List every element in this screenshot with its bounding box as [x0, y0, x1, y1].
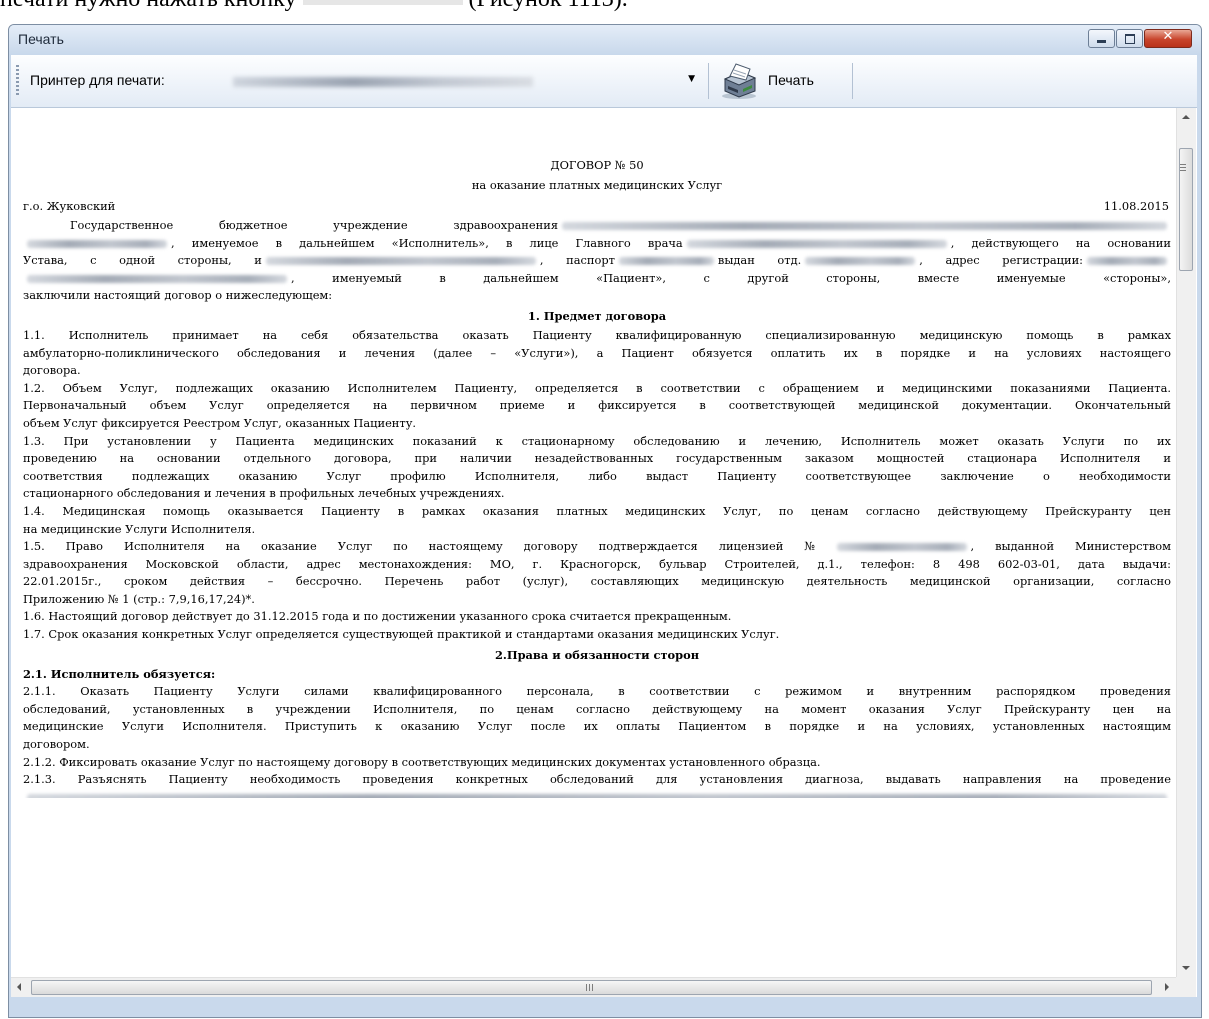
- paragraph-line: 22.01.2015г., сроком действия – бессрочн…: [23, 574, 1171, 589]
- scroll-down-icon[interactable]: [1177, 960, 1196, 977]
- paragraph-line: Приложению № 1 (стр.: 7,9,16,17,24)*.: [23, 591, 255, 606]
- document-title: ДОГОВОР № 50: [550, 158, 644, 172]
- scroll-right-icon[interactable]: [1158, 978, 1176, 997]
- paragraph-line: 1.3. При установлении у Пациента медицин…: [23, 433, 1171, 448]
- paragraph-line: 2.1.2. Фиксировать оказание Услуг по нас…: [23, 754, 821, 769]
- paragraph-line: Первоначальный объем Услуг определяется …: [23, 398, 1171, 413]
- paragraph-line: 1.4. Медицинская помощь оказывается Паци…: [23, 503, 1171, 518]
- paragraph-line: амбулаторно-поликлинического обследовани…: [23, 345, 1171, 360]
- print-window: Печать ✕ Принтер для печати: ▼ Печать ДО…: [8, 24, 1202, 1018]
- printer-select[interactable]: ▼: [203, 65, 703, 98]
- printer-icon: [722, 63, 757, 99]
- vertical-scrollbar[interactable]: [1176, 108, 1196, 977]
- paragraph-line: 1.7. Срок оказания конкретных Услуг опре…: [23, 627, 780, 642]
- caption-text-before: печати нужно нажать кнопку: [0, 0, 297, 12]
- city-date-line: г.о. Жуковский 11.08.2015: [23, 195, 1171, 217]
- paragraph-line: 2.1.1. Оказать Пациенту Услуги силами кв…: [23, 684, 1171, 699]
- horizontal-scrollbar[interactable]: [11, 977, 1176, 997]
- scroll-grip-icon: [586, 984, 593, 991]
- document-subtitle: на оказание платных медицинских Услуг: [471, 178, 723, 192]
- minimize-icon[interactable]: [1088, 29, 1115, 48]
- toolbar-separator: [852, 63, 853, 99]
- paragraph-line: 1.2. Объем Услуг, подлежащих оказанию Ис…: [23, 380, 1171, 395]
- contract-document: ДОГОВОР № 50 на оказание платных медицин…: [23, 108, 1171, 798]
- paragraph-line: проведению на основании отдельного догов…: [23, 451, 1171, 466]
- paragraph-line: медицинские Услуги Исполнителя. Приступи…: [23, 719, 1171, 734]
- caption-button-placeholder: [302, 0, 463, 6]
- paragraph-line: объем Услуг фиксируется Реестром Услуг, …: [23, 415, 417, 430]
- printer-label: Принтер для печати:: [30, 72, 165, 88]
- paragraph-line: договора.: [23, 363, 81, 378]
- window-title: Печать: [18, 31, 64, 47]
- paragraph-line: 1.5. Право Исполнителя на оказание Услуг…: [23, 539, 1171, 554]
- intro-line: , именуемое в дальнейшем «Исполнитель», …: [23, 235, 1171, 253]
- contract-date: 11.08.2015: [1103, 199, 1169, 213]
- paragraph-line: 1.6. Настоящий договор действует до 31.1…: [23, 609, 732, 624]
- caption-line: печати нужно нажать кнопку (Рисунок 1113)…: [0, 0, 1209, 14]
- paragraph-line: стационарного обследования и лечения в п…: [23, 486, 505, 501]
- scroll-left-icon[interactable]: [11, 978, 29, 997]
- section-heading: 1. Предмет договора: [527, 308, 667, 323]
- scroll-grip-icon: [1180, 164, 1186, 171]
- scroll-up-icon[interactable]: [1177, 108, 1196, 125]
- intro-line: Государственное бюджетное учреждение здр…: [23, 217, 1171, 235]
- close-icon[interactable]: ✕: [1144, 29, 1192, 48]
- paragraph-line-cut: [23, 789, 1171, 798]
- city: г.о. Жуковский: [23, 199, 116, 213]
- paragraph-line: 1.1. Исполнитель принимает на себя обяза…: [23, 327, 1171, 342]
- intro-line: заключили настоящий договор о нижеследую…: [23, 288, 333, 303]
- print-button[interactable]: Печать: [715, 60, 851, 102]
- printer-value-redacted: [233, 77, 533, 87]
- document-preview[interactable]: ДОГОВОР № 50 на оказание платных медицин…: [11, 108, 1197, 997]
- paragraph-line: договором.: [23, 737, 90, 752]
- paragraph-line: здравоохранения Московской области, адре…: [23, 556, 1171, 571]
- section-heading: 2.Права и обязанности сторон: [494, 647, 700, 662]
- toolbar: Принтер для печати: ▼ Печать: [11, 55, 1197, 108]
- horizontal-scroll-thumb[interactable]: [31, 980, 1152, 995]
- paragraph-line: соответствия подлежащих оказанию Услуг п…: [23, 468, 1171, 483]
- intro-line: , именуемый в дальнейшем «Пациент», с др…: [23, 270, 1171, 288]
- subsection-heading: 2.1. Исполнитель обязуется:: [23, 666, 216, 681]
- scrollbar-corner: [1176, 977, 1196, 997]
- paragraph-line: на медицинские Услуги Исполнителя.: [23, 521, 256, 536]
- paragraph-line: 2.1.3. Разъяснять Пациенту необходимость…: [23, 772, 1171, 787]
- chevron-down-icon[interactable]: ▼: [688, 74, 695, 84]
- title-bar[interactable]: Печать ✕: [9, 25, 1201, 55]
- maximize-icon[interactable]: [1116, 29, 1143, 48]
- paragraph-line: обследований, установленных в учреждении…: [23, 701, 1171, 716]
- intro-line: Устава, с одной стороны, и, паспорт выдан…: [23, 252, 1171, 270]
- print-button-label: Печать: [768, 72, 814, 88]
- toolbar-separator: [708, 63, 709, 99]
- toolbar-grip[interactable]: [16, 65, 19, 97]
- caption-text-after: (Рисунок 1113).: [469, 0, 628, 12]
